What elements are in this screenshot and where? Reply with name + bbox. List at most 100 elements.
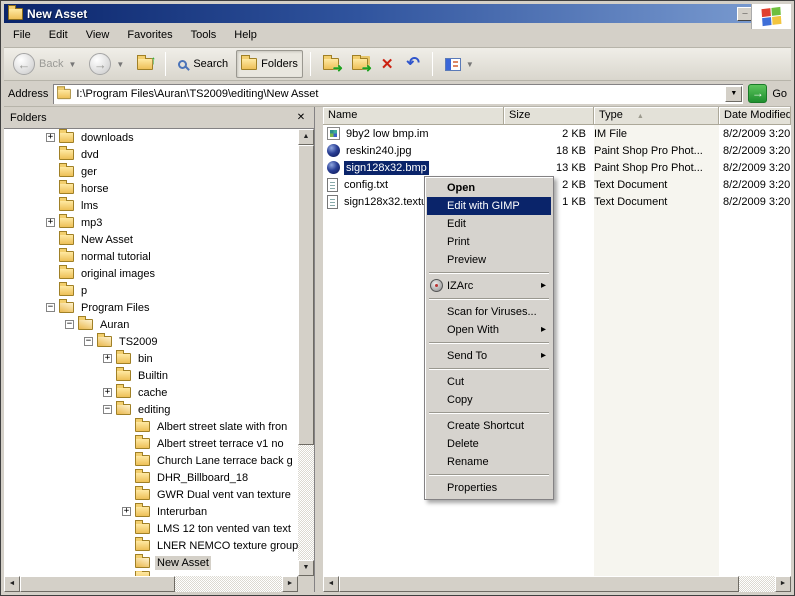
context-menu-item[interactable] bbox=[429, 368, 549, 370]
tree-expander-icon[interactable]: + bbox=[46, 218, 55, 227]
context-menu-item[interactable]: Edit with GIMP bbox=[427, 197, 551, 215]
context-menu-item[interactable]: Open With bbox=[427, 321, 551, 339]
context-menu-item[interactable] bbox=[429, 412, 549, 414]
tree-expander-icon[interactable]: + bbox=[103, 354, 112, 363]
column-header[interactable]: Size bbox=[504, 107, 594, 125]
scroll-down-icon[interactable]: ▼ bbox=[298, 560, 314, 576]
tree-expander-icon[interactable]: − bbox=[84, 337, 93, 346]
list-hscroll-thumb[interactable] bbox=[339, 576, 739, 592]
table-row[interactable]: 9by2 low bmp.im 2 KB IM File 8/2/2009 3:… bbox=[323, 125, 791, 142]
context-menu-item[interactable]: Delete bbox=[427, 435, 551, 453]
go-icon[interactable]: → bbox=[748, 84, 767, 103]
scroll-left-icon[interactable]: ◄ bbox=[4, 576, 20, 592]
table-row[interactable]: sign128x32.bmp 13 KB Paint Shop Pro Phot… bbox=[323, 159, 791, 176]
tree-expander-icon[interactable]: + bbox=[103, 388, 112, 397]
context-menu-item[interactable]: Print bbox=[427, 233, 551, 251]
tree-item[interactable]: lms bbox=[4, 197, 298, 214]
tree-item[interactable]: − Auran bbox=[4, 316, 298, 333]
up-button[interactable]: ↑ bbox=[132, 50, 158, 78]
tree-item[interactable]: − TS2009 bbox=[4, 333, 298, 350]
address-combo[interactable]: I:\Program Files\Auran\TS2009\editing\Ne… bbox=[53, 84, 743, 104]
context-menu-item[interactable]: Send To bbox=[427, 347, 551, 365]
tree-item[interactable]: horse bbox=[4, 180, 298, 197]
tree-item[interactable]: Builtin bbox=[4, 367, 298, 384]
scroll-right-icon[interactable]: ► bbox=[282, 576, 298, 592]
context-menu-item[interactable]: Cut bbox=[427, 373, 551, 391]
list-horizontal-scrollbar[interactable]: ◄ ► bbox=[323, 576, 791, 592]
context-menu-item[interactable]: Rename bbox=[427, 453, 551, 471]
context-menu-item[interactable]: IZArc bbox=[427, 277, 551, 295]
tree-expander-icon[interactable]: − bbox=[103, 405, 112, 414]
move-to-button[interactable]: ➜ bbox=[318, 50, 344, 78]
back-dropdown-icon[interactable]: ▼ bbox=[68, 60, 76, 69]
search-button[interactable]: Search bbox=[173, 50, 233, 78]
tree-item[interactable]: − editing bbox=[4, 401, 298, 418]
address-input[interactable]: I:\Program Files\Auran\TS2009\editing\Ne… bbox=[76, 88, 721, 100]
context-menu-item[interactable]: Edit bbox=[427, 215, 551, 233]
tree-vertical-scrollbar[interactable]: ▲ ▼ bbox=[298, 129, 314, 576]
context-menu-item[interactable] bbox=[429, 342, 549, 344]
menu-bar-item[interactable]: Tools bbox=[182, 26, 226, 44]
menu-bar-item[interactable]: Favorites bbox=[118, 26, 181, 44]
menu-bar-item[interactable]: Help bbox=[225, 26, 266, 44]
forward-dropdown-icon[interactable]: ▼ bbox=[116, 60, 124, 69]
title-bar[interactable]: New Asset bbox=[4, 4, 791, 23]
tree-item[interactable]: Albert street slate with fron bbox=[4, 418, 298, 435]
tree-expander-icon[interactable]: − bbox=[46, 303, 55, 312]
tree-item[interactable]: + Interurban bbox=[4, 503, 298, 520]
context-menu-item[interactable]: Scan for Viruses... bbox=[427, 303, 551, 321]
tree-item[interactable]: dvd bbox=[4, 146, 298, 163]
tree-expander-icon[interactable]: + bbox=[122, 507, 131, 516]
tree-item[interactable]: GWR Dual vent van texture bbox=[4, 486, 298, 503]
scroll-left-icon[interactable]: ◄ bbox=[323, 576, 339, 592]
tree-item[interactable]: LNER NEMCO texture group bbox=[4, 537, 298, 554]
tree-expander-icon[interactable]: + bbox=[46, 133, 55, 142]
tree-vscroll-thumb[interactable] bbox=[298, 145, 314, 445]
context-menu-item[interactable] bbox=[429, 474, 549, 476]
back-button[interactable]: ← Back ▼ bbox=[8, 50, 81, 78]
folders-button[interactable]: Folders bbox=[236, 50, 303, 78]
tree-item[interactable]: p bbox=[4, 282, 298, 299]
tree-item[interactable]: New Asset bbox=[4, 231, 298, 248]
views-button[interactable]: ▼ bbox=[440, 50, 479, 78]
tree-item[interactable] bbox=[4, 571, 298, 576]
tree-item[interactable]: original images bbox=[4, 265, 298, 282]
close-panel-icon[interactable]: ✕ bbox=[294, 111, 308, 125]
forward-button[interactable]: → ▼ bbox=[84, 50, 129, 78]
table-row[interactable]: reskin240.jpg 18 KB Paint Shop Pro Phot.… bbox=[323, 142, 791, 159]
context-menu-item[interactable] bbox=[429, 298, 549, 300]
table-row[interactable]: sign128x32.textu 1 KB Text Document 8/2/… bbox=[323, 193, 791, 210]
tree-hscroll-thumb[interactable] bbox=[20, 576, 175, 592]
pane-splitter[interactable] bbox=[315, 107, 323, 592]
tree-horizontal-scrollbar[interactable]: ◄ ► bbox=[4, 576, 298, 592]
tree-item[interactable]: + cache bbox=[4, 384, 298, 401]
copy-to-button[interactable]: ➜ bbox=[347, 50, 373, 78]
tree-item[interactable]: New Asset bbox=[4, 554, 298, 571]
tree-item[interactable]: Church Lane terrace back g bbox=[4, 452, 298, 469]
context-menu-item[interactable]: Create Shortcut bbox=[427, 417, 551, 435]
tree-item[interactable]: ger bbox=[4, 163, 298, 180]
address-dropdown-icon[interactable]: ▼ bbox=[725, 86, 742, 102]
views-dropdown-icon[interactable]: ▼ bbox=[466, 60, 474, 69]
table-row[interactable]: config.txt 2 KB Text Document 8/2/2009 3… bbox=[323, 176, 791, 193]
tree-item[interactable]: Albert street terrace v1 no bbox=[4, 435, 298, 452]
tree-item[interactable]: normal tutorial bbox=[4, 248, 298, 265]
undo-button[interactable]: ↶ bbox=[401, 50, 424, 78]
tree-item[interactable]: DHR_Billboard_18 bbox=[4, 469, 298, 486]
menu-bar-item[interactable]: Edit bbox=[40, 26, 77, 44]
tree-expander-icon[interactable]: − bbox=[65, 320, 74, 329]
context-menu-item[interactable] bbox=[429, 272, 549, 274]
menu-bar-item[interactable]: File bbox=[4, 26, 40, 44]
tree-item[interactable]: + downloads bbox=[4, 129, 298, 146]
tree-item[interactable]: + bin bbox=[4, 350, 298, 367]
tree-item[interactable]: LMS 12 ton vented van text bbox=[4, 520, 298, 537]
scroll-right-icon[interactable]: ► bbox=[775, 576, 791, 592]
column-header[interactable]: Type▲ bbox=[594, 107, 719, 125]
column-header[interactable]: Date Modified bbox=[719, 107, 791, 125]
context-menu-item[interactable]: Open bbox=[427, 179, 551, 197]
context-menu-item[interactable]: Properties bbox=[427, 479, 551, 497]
delete-button[interactable]: ✕ bbox=[376, 50, 399, 78]
context-menu-item[interactable]: Copy bbox=[427, 391, 551, 409]
column-header[interactable]: Name bbox=[323, 107, 504, 125]
tree-item[interactable]: − Program Files bbox=[4, 299, 298, 316]
